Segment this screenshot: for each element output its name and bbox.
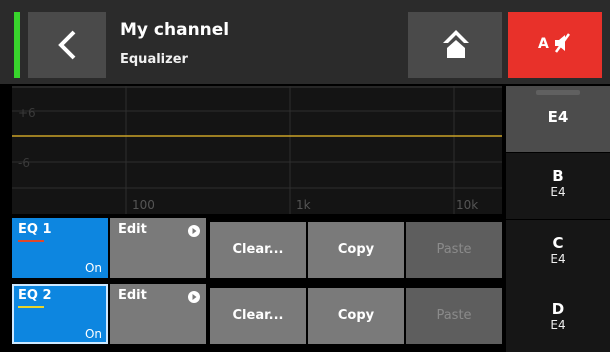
- side-item-e4[interactable]: E4: [506, 86, 610, 152]
- eq2-edit-label: Edit: [118, 288, 147, 303]
- level-indicator: [14, 12, 20, 78]
- eq2-edit-button[interactable]: Edit: [110, 284, 206, 344]
- eq1-toggle-button[interactable]: EQ 1 On: [12, 218, 108, 278]
- side-item-d[interactable]: D E4: [506, 286, 610, 352]
- eq-row-2: EQ 2 On Edit Clear... Copy Paste: [12, 284, 502, 344]
- eq1-edit-button[interactable]: Edit: [110, 218, 206, 278]
- eq2-underline: [18, 306, 44, 308]
- mute-label: A: [538, 36, 549, 52]
- eq-graph-grid: [12, 86, 502, 214]
- eq2-label: EQ 2: [18, 288, 52, 303]
- arrow-right-circle-icon: [188, 291, 200, 303]
- eq-row-1: EQ 1 On Edit Clear... Copy Paste: [12, 218, 502, 278]
- y-axis-label-plus6: +6: [18, 106, 36, 120]
- back-button[interactable]: [28, 12, 106, 78]
- x-axis-label-1k: 1k: [296, 198, 311, 212]
- eq-bank-sidebar: E4 B E4 C E4 D E4: [506, 86, 610, 352]
- mute-button[interactable]: A: [508, 12, 602, 78]
- y-axis-label-minus6: -6: [18, 156, 30, 170]
- page-subtitle: Equalizer: [120, 52, 188, 67]
- side-item-c-sub: E4: [550, 252, 566, 266]
- side-item-b-label: B: [552, 167, 564, 185]
- side-item-b[interactable]: B E4: [506, 153, 610, 219]
- eq1-copy-button[interactable]: Copy: [308, 222, 404, 278]
- side-item-d-sub: E4: [550, 318, 566, 332]
- eq1-clear-button[interactable]: Clear...: [210, 222, 306, 278]
- x-axis-label-100: 100: [132, 198, 155, 212]
- eq1-underline: [18, 240, 44, 242]
- x-axis-label-10k: 10k: [456, 198, 479, 212]
- arrow-right-circle-icon: [188, 225, 200, 237]
- header-bar: My channel Equalizer A: [0, 0, 610, 84]
- eq1-label: EQ 1: [18, 222, 52, 237]
- eq-curve-graph[interactable]: +6 -6 100 1k 10k: [12, 86, 502, 214]
- speaker-muted-icon: [554, 33, 570, 53]
- page-title: My channel: [120, 20, 230, 40]
- eq2-toggle-button[interactable]: EQ 2 On: [12, 284, 108, 344]
- home-button[interactable]: [408, 12, 502, 78]
- side-item-e4-label: E4: [547, 108, 569, 126]
- side-item-c[interactable]: C E4: [506, 220, 610, 286]
- eq1-paste-button[interactable]: Paste: [406, 222, 502, 278]
- side-item-c-label: C: [552, 234, 564, 252]
- active-indicator: [536, 90, 580, 95]
- side-item-b-sub: E4: [550, 185, 566, 199]
- eq2-paste-button[interactable]: Paste: [406, 288, 502, 344]
- eq2-clear-button[interactable]: Clear...: [210, 288, 306, 344]
- eq2-state: On: [84, 327, 102, 341]
- home-icon: [443, 30, 469, 58]
- eq1-edit-label: Edit: [118, 222, 147, 237]
- chevron-left-icon: [58, 30, 76, 60]
- side-item-d-label: D: [551, 300, 565, 318]
- eq2-copy-button[interactable]: Copy: [308, 288, 404, 344]
- eq1-state: On: [84, 261, 102, 275]
